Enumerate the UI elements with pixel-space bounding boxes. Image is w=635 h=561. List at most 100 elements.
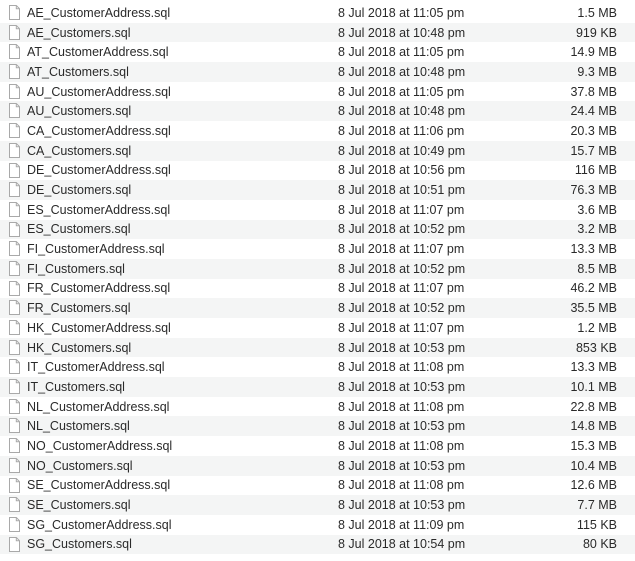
file-date-modified: 8 Jul 2018 at 10:53 pm (338, 379, 466, 394)
file-row[interactable]: HK_CustomerAddress.sql 8 Jul 2018 at 11:… (0, 318, 635, 338)
file-date-modified: 8 Jul 2018 at 11:08 pm (338, 438, 465, 453)
file-name: ES_Customers.sql (27, 222, 131, 237)
file-name: NO_Customers.sql (27, 458, 133, 473)
file-size: 22.8 MB (570, 399, 617, 414)
file-row[interactable]: SG_CustomerAddress.sql 8 Jul 2018 at 11:… (0, 515, 635, 535)
file-row[interactable]: DE_Customers.sql 8 Jul 2018 at 10:51 pm … (0, 180, 635, 200)
file-size: 116 MB (574, 163, 617, 178)
document-icon (9, 64, 20, 80)
document-icon (9, 241, 20, 257)
file-date-modified: 8 Jul 2018 at 10:53 pm (338, 419, 466, 434)
document-icon (9, 477, 20, 493)
file-name: IT_CustomerAddress.sql (27, 360, 165, 375)
file-name: SG_CustomerAddress.sql (27, 517, 172, 532)
file-size: 37.8 MB (570, 84, 617, 99)
file-date-modified: 8 Jul 2018 at 11:08 pm (338, 360, 465, 375)
document-icon (9, 457, 20, 473)
document-icon (9, 280, 20, 296)
document-icon (9, 418, 20, 434)
file-date-modified: 8 Jul 2018 at 10:51 pm (338, 183, 466, 198)
document-icon (9, 320, 20, 335)
file-size: 24.4 MB (570, 104, 617, 119)
document-icon (9, 379, 20, 395)
file-size: 115 KB (576, 517, 617, 532)
file-size: 3.2 MB (577, 222, 617, 237)
file-name: IT_Customers.sql (27, 379, 125, 394)
file-row[interactable]: FI_Customers.sql 8 Jul 2018 at 10:52 pm … (0, 258, 635, 279)
file-row[interactable]: AU_CustomerAddress.sql 8 Jul 2018 at 11:… (0, 82, 635, 102)
document-icon (9, 44, 20, 60)
file-date-modified: 8 Jul 2018 at 11:05 pm (338, 84, 465, 99)
file-size: 10.4 MB (570, 458, 617, 473)
file-name: SE_Customers.sql (27, 498, 131, 513)
file-row[interactable]: ES_CustomerAddress.sql 8 Jul 2018 at 11:… (0, 200, 635, 220)
document-icon (9, 162, 20, 178)
file-size: 8.5 MB (577, 261, 617, 276)
file-row[interactable]: AT_CustomerAddress.sql 8 Jul 2018 at 11:… (0, 42, 635, 62)
file-row[interactable]: FI_CustomerAddress.sql 8 Jul 2018 at 11:… (0, 239, 635, 259)
file-date-modified: 8 Jul 2018 at 11:09 pm (338, 517, 465, 532)
file-name: NO_CustomerAddress.sql (27, 438, 173, 453)
file-size: 1.5 MB (577, 5, 617, 20)
file-name: AU_Customers.sql (27, 104, 132, 119)
file-row[interactable]: AE_CustomerAddress.sql 8 Jul 2018 at 11:… (0, 3, 635, 23)
file-date-modified: 8 Jul 2018 at 10:48 pm (338, 64, 466, 79)
file-size: 10.1 MB (570, 379, 617, 394)
file-name: FI_Customers.sql (27, 261, 125, 276)
file-name: NL_Customers.sql (27, 419, 130, 434)
file-date-modified: 8 Jul 2018 at 11:07 pm (338, 202, 465, 217)
file-date-modified: 8 Jul 2018 at 11:05 pm (338, 5, 465, 20)
document-icon (9, 300, 20, 316)
file-name: HK_CustomerAddress.sql (27, 320, 171, 335)
document-icon (9, 24, 20, 40)
document-icon (9, 201, 20, 217)
file-date-modified: 8 Jul 2018 at 10:52 pm (338, 301, 466, 316)
file-name: DE_Customers.sql (27, 183, 132, 198)
file-date-modified: 8 Jul 2018 at 11:08 pm (338, 478, 465, 493)
file-size: 20.3 MB (570, 123, 617, 138)
document-icon (9, 339, 20, 355)
file-row[interactable]: AT_Customers.sql 8 Jul 2018 at 10:48 pm … (0, 62, 635, 82)
file-size: 853 KB (575, 340, 617, 355)
document-icon (9, 359, 20, 375)
file-date-modified: 8 Jul 2018 at 11:05 pm (338, 45, 465, 60)
file-list: AE_CustomerAddress.sql 8 Jul 2018 at 11:… (0, 0, 635, 561)
file-row[interactable]: HK_Customers.sql 8 Jul 2018 at 10:53 pm … (0, 337, 635, 358)
file-row[interactable]: SE_CustomerAddress.sql 8 Jul 2018 at 11:… (0, 476, 635, 496)
file-date-modified: 8 Jul 2018 at 10:53 pm (338, 498, 466, 513)
file-date-modified: 8 Jul 2018 at 10:49 pm (338, 143, 466, 158)
file-row[interactable]: DE_CustomerAddress.sql 8 Jul 2018 at 10:… (0, 161, 635, 181)
document-icon (9, 103, 20, 119)
file-row[interactable]: CA_CustomerAddress.sql 8 Jul 2018 at 11:… (0, 121, 635, 141)
file-size: 14.8 MB (570, 419, 617, 434)
file-name: FR_Customers.sql (27, 301, 131, 316)
file-row[interactable]: IT_Customers.sql 8 Jul 2018 at 10:53 pm … (0, 377, 635, 397)
file-row[interactable]: AE_Customers.sql 8 Jul 2018 at 10:48 pm … (0, 22, 635, 43)
file-row[interactable]: CA_Customers.sql 8 Jul 2018 at 10:49 pm … (0, 140, 635, 161)
file-date-modified: 8 Jul 2018 at 11:07 pm (338, 242, 465, 257)
file-date-modified: 8 Jul 2018 at 10:53 pm (338, 340, 466, 355)
file-name: HK_Customers.sql (27, 340, 132, 355)
document-icon (9, 516, 20, 532)
file-row[interactable]: FR_Customers.sql 8 Jul 2018 at 10:52 pm … (0, 298, 635, 318)
file-row[interactable]: NO_CustomerAddress.sql 8 Jul 2018 at 11:… (0, 436, 635, 456)
file-date-modified: 8 Jul 2018 at 10:52 pm (338, 222, 466, 237)
file-name: AT_CustomerAddress.sql (27, 45, 169, 60)
file-date-modified: 8 Jul 2018 at 10:48 pm (338, 104, 466, 119)
file-row[interactable]: NL_CustomerAddress.sql 8 Jul 2018 at 11:… (0, 397, 635, 417)
file-row[interactable]: NL_Customers.sql 8 Jul 2018 at 10:53 pm … (0, 416, 635, 437)
file-row[interactable]: SG_Customers.sql 8 Jul 2018 at 10:54 pm … (0, 534, 635, 555)
file-date-modified: 8 Jul 2018 at 10:54 pm (338, 537, 466, 552)
file-row[interactable]: AU_Customers.sql 8 Jul 2018 at 10:48 pm … (0, 101, 635, 122)
file-row[interactable]: IT_CustomerAddress.sql 8 Jul 2018 at 11:… (0, 357, 635, 377)
file-row[interactable]: NO_Customers.sql 8 Jul 2018 at 10:53 pm … (0, 455, 635, 476)
document-icon (9, 221, 20, 237)
file-row[interactable]: ES_Customers.sql 8 Jul 2018 at 10:52 pm … (0, 219, 635, 240)
document-icon (9, 497, 20, 513)
file-name: FR_CustomerAddress.sql (27, 281, 171, 296)
document-icon (9, 123, 20, 139)
file-row[interactable]: FR_CustomerAddress.sql 8 Jul 2018 at 11:… (0, 279, 635, 299)
file-date-modified: 8 Jul 2018 at 11:08 pm (338, 399, 465, 414)
file-row[interactable]: SE_Customers.sql 8 Jul 2018 at 10:53 pm … (0, 495, 635, 515)
file-name: NL_CustomerAddress.sql (27, 399, 170, 414)
